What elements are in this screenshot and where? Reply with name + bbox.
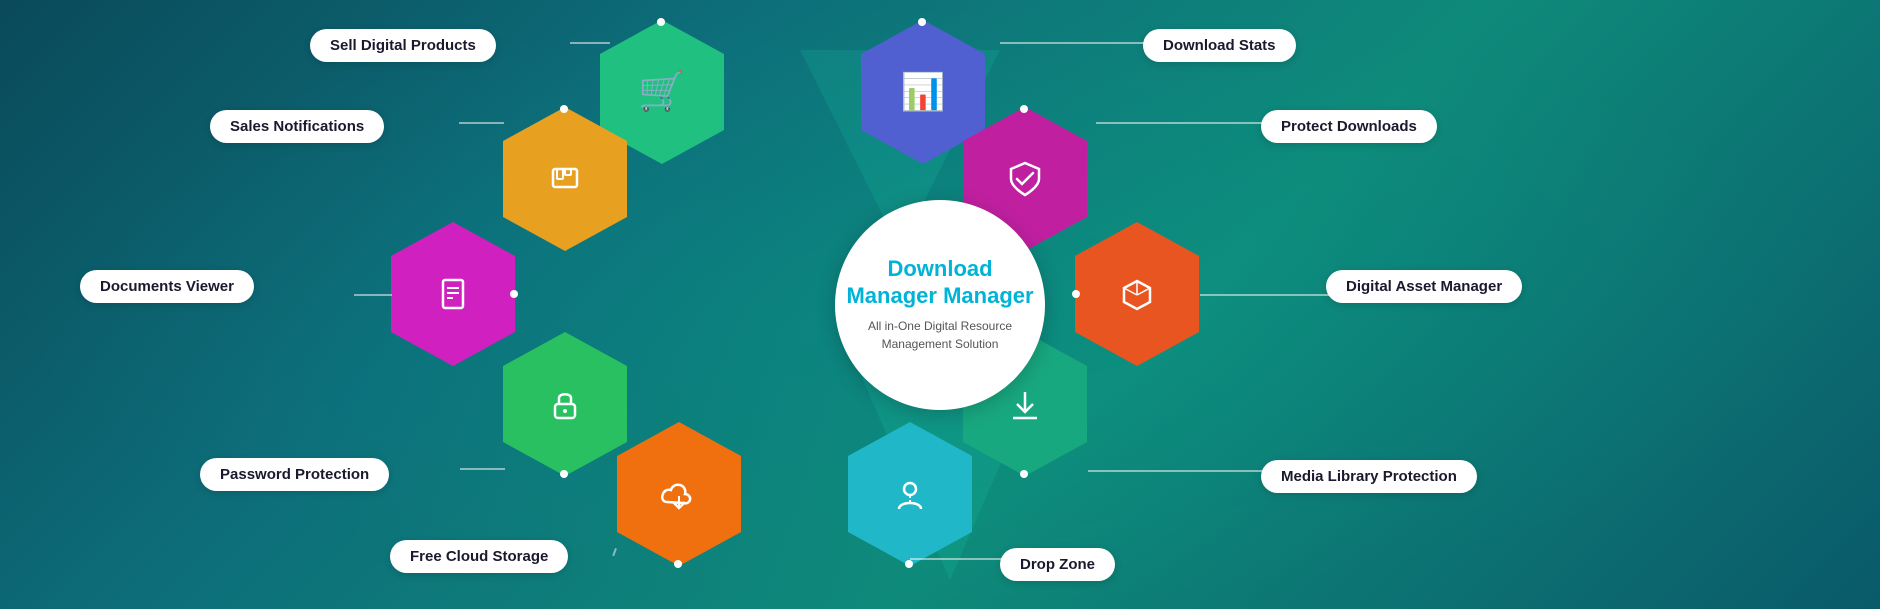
hex-drop-zone <box>845 420 975 568</box>
hex-digital-asset <box>1072 220 1202 368</box>
connector-digital-asset <box>1200 294 1330 296</box>
center-title: Download Manager Manager <box>846 256 1033 309</box>
label-media-library: Media Library Protection <box>1261 460 1477 493</box>
connector-sell-digital <box>570 42 610 44</box>
center-subtitle: All in-One Digital Resource Management S… <box>868 317 1012 353</box>
password-text: Password Protection <box>220 466 369 483</box>
hex-documents <box>388 220 518 368</box>
label-digital-asset: Digital Asset Manager <box>1326 270 1522 303</box>
connector-media-library <box>1088 470 1263 472</box>
sell-digital-text: Sell Digital Products <box>330 37 476 54</box>
sales-notif-text: Sales Notifications <box>230 118 364 135</box>
label-sell-digital: Sell Digital Products <box>310 29 496 62</box>
center-card: Download Manager Manager All in-One Digi… <box>835 200 1045 410</box>
label-drop-zone: Drop Zone <box>1000 548 1115 581</box>
protect-downloads-text: Protect Downloads <box>1281 118 1417 135</box>
cloud-text: Free Cloud Storage <box>410 548 548 565</box>
subtitle-line1: All in-One Digital Resource <box>868 319 1012 333</box>
subtitle-line2: Management Solution <box>882 337 999 351</box>
label-sales-notif: Sales Notifications <box>210 110 384 143</box>
download-stats-text: Download Stats <box>1163 37 1276 54</box>
media-library-text: Media Library Protection <box>1281 468 1457 485</box>
connector-documents <box>354 294 392 296</box>
digital-asset-text: Digital Asset Manager <box>1346 278 1502 295</box>
connector-download-stats <box>1000 42 1148 44</box>
main-background: 🛒 📊 <box>0 0 1880 609</box>
hex-password <box>500 330 630 478</box>
connector-protect-downloads <box>1096 122 1264 124</box>
label-cloud: Free Cloud Storage <box>390 540 568 573</box>
connector-drop-zone <box>910 558 1002 560</box>
label-password: Password Protection <box>200 458 389 491</box>
label-documents: Documents Viewer <box>80 270 254 303</box>
drop-zone-text: Drop Zone <box>1020 556 1095 573</box>
connector-password <box>460 468 505 470</box>
label-download-stats: Download Stats <box>1143 29 1296 62</box>
hex-sales-notif <box>500 105 630 253</box>
connector-sales-notif <box>459 122 504 124</box>
documents-text: Documents Viewer <box>100 278 234 295</box>
label-protect-downloads: Protect Downloads <box>1261 110 1437 143</box>
title-manager: Manager <box>943 283 1033 308</box>
hex-cloud-storage <box>614 420 744 568</box>
